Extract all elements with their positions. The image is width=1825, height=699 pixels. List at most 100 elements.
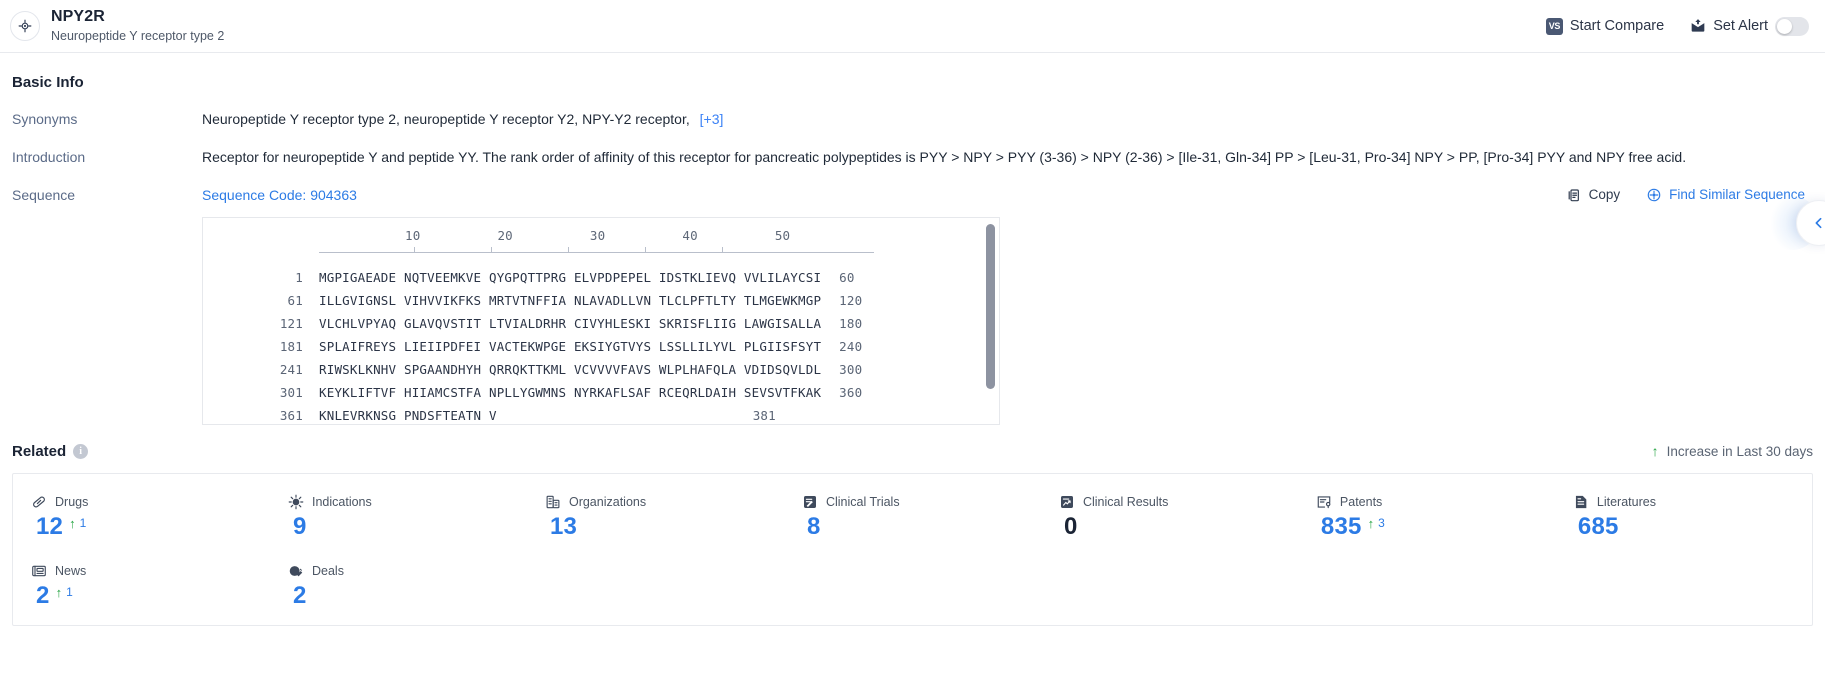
page-header: NPY2R Neuropeptide Y receptor type 2 VS … <box>0 0 1825 53</box>
sequence-line: 181 SPLAIFREYS LIEIIPDFEI VACTEKWPGE EKS… <box>203 339 999 362</box>
sequence-scrollbar-thumb[interactable] <box>986 223 995 389</box>
building-icon <box>545 494 561 510</box>
card-header: Patents <box>1316 494 1555 510</box>
start-compare-button[interactable]: VS Start Compare <box>1545 17 1665 35</box>
sequence-ruler: 10 20 30 40 50 <box>203 228 999 253</box>
synonyms-more-link[interactable]: [+3] <box>700 111 724 127</box>
related-card-literatures[interactable]: Literatures 685 <box>1555 482 1812 551</box>
news-icon <box>31 563 47 579</box>
card-header: News <box>31 563 270 579</box>
sequence-line-residues: MGPIGAEADE NQTVEEMKVE QYGPQTTPRG ELVPDPE… <box>319 269 822 285</box>
arrow-up-icon: ↑ <box>1651 443 1659 460</box>
header-identity: NPY2R Neuropeptide Y receptor type 2 <box>10 8 224 43</box>
card-label: Clinical Trials <box>825 494 900 509</box>
card-value[interactable]: 2 <box>36 582 50 610</box>
card-value-wrap: 835 ↑ 3 <box>1316 513 1555 541</box>
copy-label: Copy <box>1588 187 1621 203</box>
card-value[interactable]: 2 <box>293 582 307 610</box>
arrow-up-icon: ↑ <box>55 584 63 600</box>
card-label: Organizations <box>568 494 647 509</box>
sequence-line-end: 360 <box>839 384 863 400</box>
card-value[interactable]: 12 <box>36 513 63 541</box>
sequence-line-residues: SPLAIFREYS LIEIIPDFEI VACTEKWPGE EKSIYGT… <box>319 338 822 354</box>
card-value-wrap: 2 <box>288 582 527 610</box>
sequence-line-residues: VLCHLVPYAQ GLAVQVSTIT LTVIALDRHR CIVYHLE… <box>319 315 822 331</box>
card-header: Drugs <box>31 494 270 510</box>
sequence-line: 61 ILLGVIGNSL VIHVVIKFKS MRTVTNFFIA NLAV… <box>203 293 999 316</box>
card-value-wrap: 9 <box>288 513 527 541</box>
ruler-tick-50: 50 <box>774 227 791 243</box>
sequence-line-start: 241 <box>279 361 303 377</box>
sequence-line: 361 KNLEVRKNSG PNDSFTEATN V 381 <box>203 407 999 424</box>
sequence-viewer[interactable]: 10 20 30 40 50 1 MGPIGAEADE NQTVEEMKVE Q… <box>202 216 1000 425</box>
set-alert-control[interactable]: Set Alert <box>1690 16 1809 36</box>
related-cards-grid: Drugs 12 ↑ 1 Indications 9 Organizations… <box>12 472 1813 627</box>
sequence-line: 121 VLCHLVPYAQ GLAVQVSTIT LTVIALDRHR CIV… <box>203 316 999 339</box>
card-value[interactable]: 13 <box>550 513 577 541</box>
introduction-label: Introduction <box>12 148 86 165</box>
card-label: Patents <box>1339 494 1383 509</box>
sequence-ruler-numbers: 10 20 30 40 50 <box>319 228 999 245</box>
card-value[interactable]: 685 <box>1578 513 1619 541</box>
sequence-header: Sequence Code: 904363 Copy Find Similar … <box>202 186 1813 205</box>
sequence-line: 1 MGPIGAEADE NQTVEEMKVE QYGPQTTPRG ELVPD… <box>203 270 999 293</box>
sequence-line-end: 240 <box>839 338 863 354</box>
card-value[interactable]: 835 <box>1321 513 1362 541</box>
sequence-line-end: 300 <box>839 361 863 377</box>
card-header: Clinical Trials <box>802 494 1041 510</box>
introduction-value: Receptor for neuropeptide Y and peptide … <box>202 148 1687 165</box>
sequence-line-start: 1 <box>295 269 303 285</box>
related-card-organizations[interactable]: Organizations 13 <box>527 482 784 551</box>
arrow-up-icon: ↑ <box>69 515 76 531</box>
card-value-wrap: 685 <box>1573 513 1812 541</box>
sequence-rows: 1 MGPIGAEADE NQTVEEMKVE QYGPQTTPRG ELVPD… <box>203 270 999 424</box>
card-delta: ↑ 3 <box>1368 514 1385 530</box>
info-icon[interactable]: i <box>73 443 89 459</box>
sequence-scrollbar-track[interactable] <box>986 219 997 424</box>
sequence-block: Sequence Code: 904363 Copy Find Similar … <box>202 186 1813 425</box>
sequence-line-end: 381 <box>752 407 776 423</box>
sequence-line-start: 61 <box>287 292 303 308</box>
card-delta-value: 1 <box>66 584 73 599</box>
header-actions: VS Start Compare Set Alert <box>1545 16 1809 36</box>
card-value[interactable]: 9 <box>293 513 307 541</box>
related-header: Related i ↑ Increase in Last 30 days <box>12 425 1813 460</box>
card-value: 0 <box>1063 512 1078 540</box>
ruler-tick-10: 10 <box>405 227 421 243</box>
set-alert-toggle[interactable] <box>1775 16 1809 36</box>
increase-legend: ↑ Increase in Last 30 days <box>1652 444 1813 459</box>
sequence-code-link[interactable]: Sequence Code: 904363 <box>202 186 357 205</box>
card-label: Drugs <box>55 494 89 509</box>
related-card-drugs[interactable]: Drugs 12 ↑ 1 <box>13 482 270 551</box>
patent-icon <box>1316 494 1332 510</box>
sequence-line-start: 301 <box>279 384 303 400</box>
copy-sequence-button[interactable]: Copy <box>1566 186 1621 204</box>
sequence-label: Sequence <box>12 186 76 203</box>
capsule-icon <box>31 494 47 510</box>
related-card-clinical-results[interactable]: Clinical Results 0 <box>1041 482 1298 551</box>
card-header: Deals <box>288 563 527 579</box>
sequence-line: 241 RIWSKLKNHV SPGAANDHYH QRRQKTTKML VCV… <box>203 362 999 385</box>
related-card-indications[interactable]: Indications 9 <box>270 482 527 551</box>
start-compare-label: Start Compare <box>1569 18 1665 34</box>
related-card-news[interactable]: News 2 ↑ 1 <box>13 551 270 620</box>
card-delta: ↑ 1 <box>69 514 86 530</box>
card-delta-value: 3 <box>1378 515 1385 530</box>
related-card-patents[interactable]: Patents 835 ↑ 3 <box>1298 482 1555 551</box>
results-chart-icon <box>1059 494 1075 510</box>
card-label: Literatures <box>1596 494 1656 509</box>
basic-info-heading: Basic Info <box>12 74 84 91</box>
sequence-line-residues: ILLGVIGNSL VIHVVIKFKS MRTVTNFFIA NLAVADL… <box>319 292 822 308</box>
card-value-wrap: 12 ↑ 1 <box>31 513 270 541</box>
related-card-deals[interactable]: Deals 2 <box>270 551 527 620</box>
sequence-line-residues: RIWSKLKNHV SPGAANDHYH QRRQKTTKML VCVVVVF… <box>319 361 822 377</box>
ruler-tick-30: 30 <box>589 227 606 243</box>
card-delta-value: 1 <box>79 515 87 530</box>
related-card-clinical-trials[interactable]: Clinical Trials 8 <box>784 482 1041 551</box>
page-title: NPY2R Neuropeptide Y receptor type 2 <box>51 8 224 43</box>
sequence-line-end: 120 <box>839 292 863 308</box>
sequence-row: Sequence Sequence Code: 904363 Copy Find… <box>12 186 1813 425</box>
sequence-ruler-line <box>319 244 874 253</box>
card-value[interactable]: 8 <box>807 513 821 541</box>
related-heading: Related <box>12 442 67 460</box>
